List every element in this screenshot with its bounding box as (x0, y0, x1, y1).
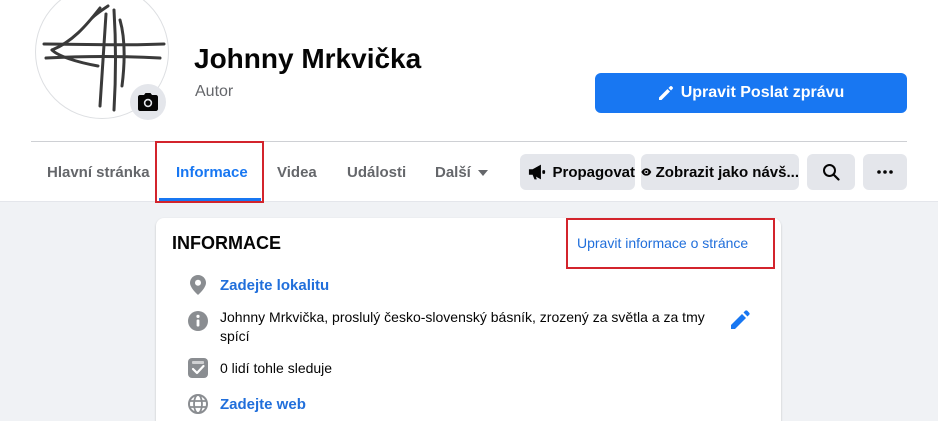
tab-home-label: Hlavní stránka (47, 164, 150, 181)
promote-button[interactable]: Propagovat (520, 154, 635, 190)
view-as-visitor-label: Zobrazit jako návš... (655, 163, 799, 181)
promote-label: Propagovat (552, 163, 635, 181)
search-icon (823, 164, 840, 181)
change-photo-button[interactable] (130, 84, 166, 120)
caret-down-icon (477, 169, 488, 176)
globe-icon (188, 394, 208, 414)
page-title: Johnny Mrkvička (194, 43, 422, 74)
camera-icon (138, 93, 158, 111)
followers-count: 0 lidí tohle sleduje (220, 360, 333, 376)
tab-home[interactable]: Hlavní stránka (47, 164, 150, 181)
tab-events-label: Události (347, 164, 407, 181)
pencil-icon (658, 86, 673, 100)
page-category: Autor (195, 83, 234, 100)
edit-send-message-label: Upravit Poslat zprávu (680, 84, 845, 101)
info-icon (188, 311, 208, 331)
edit-send-message-button[interactable]: Upravit Poslat zprávu (595, 73, 907, 113)
eye-icon (641, 168, 652, 176)
tab-videos[interactable]: Videa (277, 164, 317, 181)
tab-more[interactable]: Další (435, 164, 489, 181)
edit-description-button[interactable] (728, 308, 752, 332)
tab-events[interactable]: Události (347, 164, 406, 181)
megaphone-icon (528, 164, 546, 180)
tab-videos-label: Videa (277, 164, 317, 181)
highlight-box-tab (155, 141, 264, 203)
view-as-visitor-button[interactable]: Zobrazit jako návš... (641, 154, 799, 190)
more-icon (877, 170, 893, 174)
search-button[interactable] (807, 154, 855, 190)
location-pin-icon (188, 275, 208, 295)
page-description: Johnny Mrkvička, proslulý česko-slovensk… (220, 309, 705, 344)
tab-more-label: Další (435, 164, 471, 181)
followers-icon (188, 358, 208, 378)
highlight-box-edit-link (566, 218, 775, 269)
enter-website-link[interactable]: Zadejte web (220, 395, 306, 414)
about-card-title: INFORMACE (172, 233, 281, 253)
more-options-button[interactable] (863, 154, 907, 190)
enter-location-link[interactable]: Zadejte lokalitu (220, 276, 329, 295)
pencil-icon (731, 310, 750, 329)
